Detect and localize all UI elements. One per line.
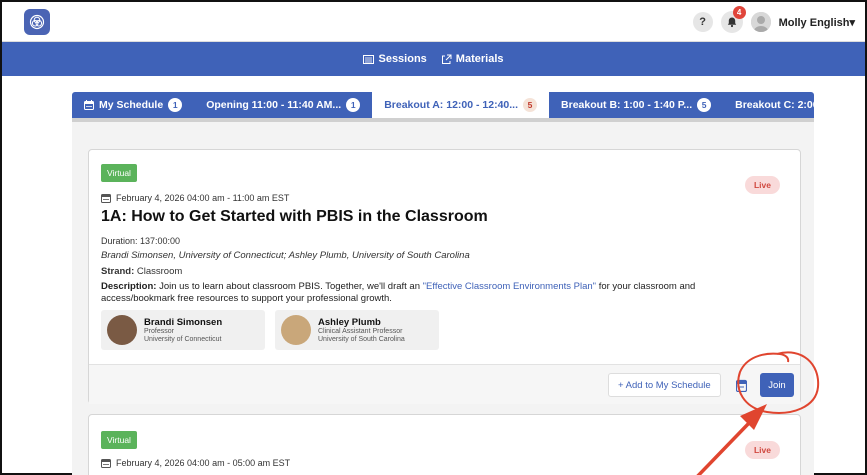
- logo-icon: [29, 14, 45, 30]
- schedule-tabs: My Schedule 1 Opening 11:00 - 11:40 AM..…: [72, 92, 814, 118]
- notification-count-badge: 4: [732, 6, 746, 19]
- session-date-row: February 4, 2026 04:00 am - 05:00 am EST: [101, 458, 290, 468]
- calendar-icon: [735, 379, 747, 392]
- username-label: Molly English: [778, 16, 850, 29]
- description-link[interactable]: "Effective Classroom Environments Plan": [423, 281, 596, 292]
- tab-breakout-a[interactable]: Breakout A: 12:00 - 12:40... 5: [372, 92, 550, 118]
- speaker-role: Professor: [144, 327, 174, 335]
- user-avatar[interactable]: [750, 12, 771, 32]
- main-nav: Sessions Materials: [2, 42, 865, 76]
- session-duration: Duration: 137:00:00: [101, 236, 181, 246]
- session-title: 1A: How to Get Started with PBIS in the …: [101, 208, 488, 225]
- speaker-card[interactable]: Ashley Plumb Clinical Assistant Professo…: [275, 310, 439, 350]
- format-badge: Virtual: [101, 164, 137, 182]
- speaker-photo: [281, 315, 311, 345]
- session-speakers: Brandi Simonsen, University of Connectic…: [101, 250, 470, 261]
- tab-label: Breakout A: 12:00 - 12:40...: [384, 99, 519, 111]
- add-to-schedule-button[interactable]: + Add to My Schedule: [608, 373, 721, 397]
- session-card: Virtual Live February 4, 2026 04:00 am -…: [88, 414, 801, 475]
- session-description: Description: Join us to learn about clas…: [101, 281, 761, 305]
- speaker-org: University of Connecticut: [144, 335, 222, 343]
- calendar-icon: [84, 100, 94, 110]
- tab-label: Breakout B: 1:00 - 1:40 P...: [561, 99, 693, 111]
- speaker-org: University of South Carolina: [318, 335, 405, 343]
- tab-label: Breakout C: 2:00 - 2:40: [735, 99, 814, 111]
- session-strand: Strand: Classroom: [101, 266, 182, 277]
- session-date: February 4, 2026 04:00 am - 05:00 am EST: [116, 458, 291, 468]
- session-date: February 4, 2026 04:00 am - 11:00 am EST: [116, 193, 290, 203]
- tab-breakout-c[interactable]: Breakout C: 2:00 - 2:40: [723, 92, 814, 118]
- live-status-badge: Live: [744, 441, 780, 459]
- user-icon: [750, 12, 771, 32]
- speaker-role: Clinical Assistant Professor: [318, 327, 403, 335]
- nav-materials-label: Materials: [455, 53, 504, 65]
- tab-count-badge: 5: [697, 98, 712, 112]
- speaker-info: Brandi Simonsen Professor University of …: [144, 317, 222, 344]
- tab-count-badge: 1: [346, 98, 361, 112]
- live-status-badge: Live: [744, 176, 780, 194]
- strand-value: Classroom: [136, 266, 183, 277]
- format-badge: Virtual: [101, 431, 137, 449]
- calendar-icon: [101, 459, 111, 468]
- speaker-name: Brandi Simonsen: [144, 316, 223, 328]
- tab-count-badge: 5: [523, 98, 538, 112]
- tab-opening[interactable]: Opening 11:00 - 11:40 AM... 1: [194, 92, 372, 118]
- nav-materials[interactable]: Materials: [441, 53, 504, 65]
- description-label: Description:: [101, 281, 157, 292]
- chevron-down-icon: ▾: [849, 16, 855, 29]
- speaker-name: Ashley Plumb: [318, 316, 381, 328]
- tab-label: My Schedule: [99, 99, 164, 111]
- help-button[interactable]: ?: [692, 12, 713, 32]
- description-text: Join us to learn about classroom PBIS. T…: [159, 281, 423, 292]
- app-logo[interactable]: [24, 9, 50, 35]
- nav-sessions[interactable]: Sessions: [363, 53, 427, 65]
- join-button[interactable]: Join: [760, 373, 794, 397]
- external-link-icon: [441, 54, 452, 64]
- tab-label: Opening 11:00 - 11:40 AM...: [206, 99, 342, 111]
- nav-sessions-label: Sessions: [378, 53, 427, 65]
- top-bar: ? 4 Molly English▾: [2, 2, 865, 42]
- calendar-icon: [101, 194, 111, 203]
- notifications-button[interactable]: 4: [720, 6, 746, 33]
- strand-label: Strand:: [101, 266, 135, 277]
- session-date-row: February 4, 2026 04:00 am - 11:00 am EST: [101, 193, 289, 203]
- tab-my-schedule[interactable]: My Schedule 1: [72, 92, 194, 118]
- sessions-icon: [363, 54, 375, 64]
- user-controls: ? 4 Molly English▾: [692, 6, 855, 33]
- speaker-photo: [107, 315, 137, 345]
- session-actions: + Add to My Schedule Join: [89, 364, 800, 404]
- add-to-calendar-button[interactable]: [731, 373, 751, 397]
- tab-breakout-b[interactable]: Breakout B: 1:00 - 1:40 P... 5: [549, 92, 723, 118]
- user-menu[interactable]: Molly English▾: [779, 16, 855, 29]
- session-card: Virtual Live February 4, 2026 04:00 am -…: [88, 149, 801, 404]
- tab-count-badge: 1: [168, 98, 183, 112]
- speaker-info: Ashley Plumb Clinical Assistant Professo…: [318, 317, 405, 344]
- speaker-card[interactable]: Brandi Simonsen Professor University of …: [101, 310, 265, 350]
